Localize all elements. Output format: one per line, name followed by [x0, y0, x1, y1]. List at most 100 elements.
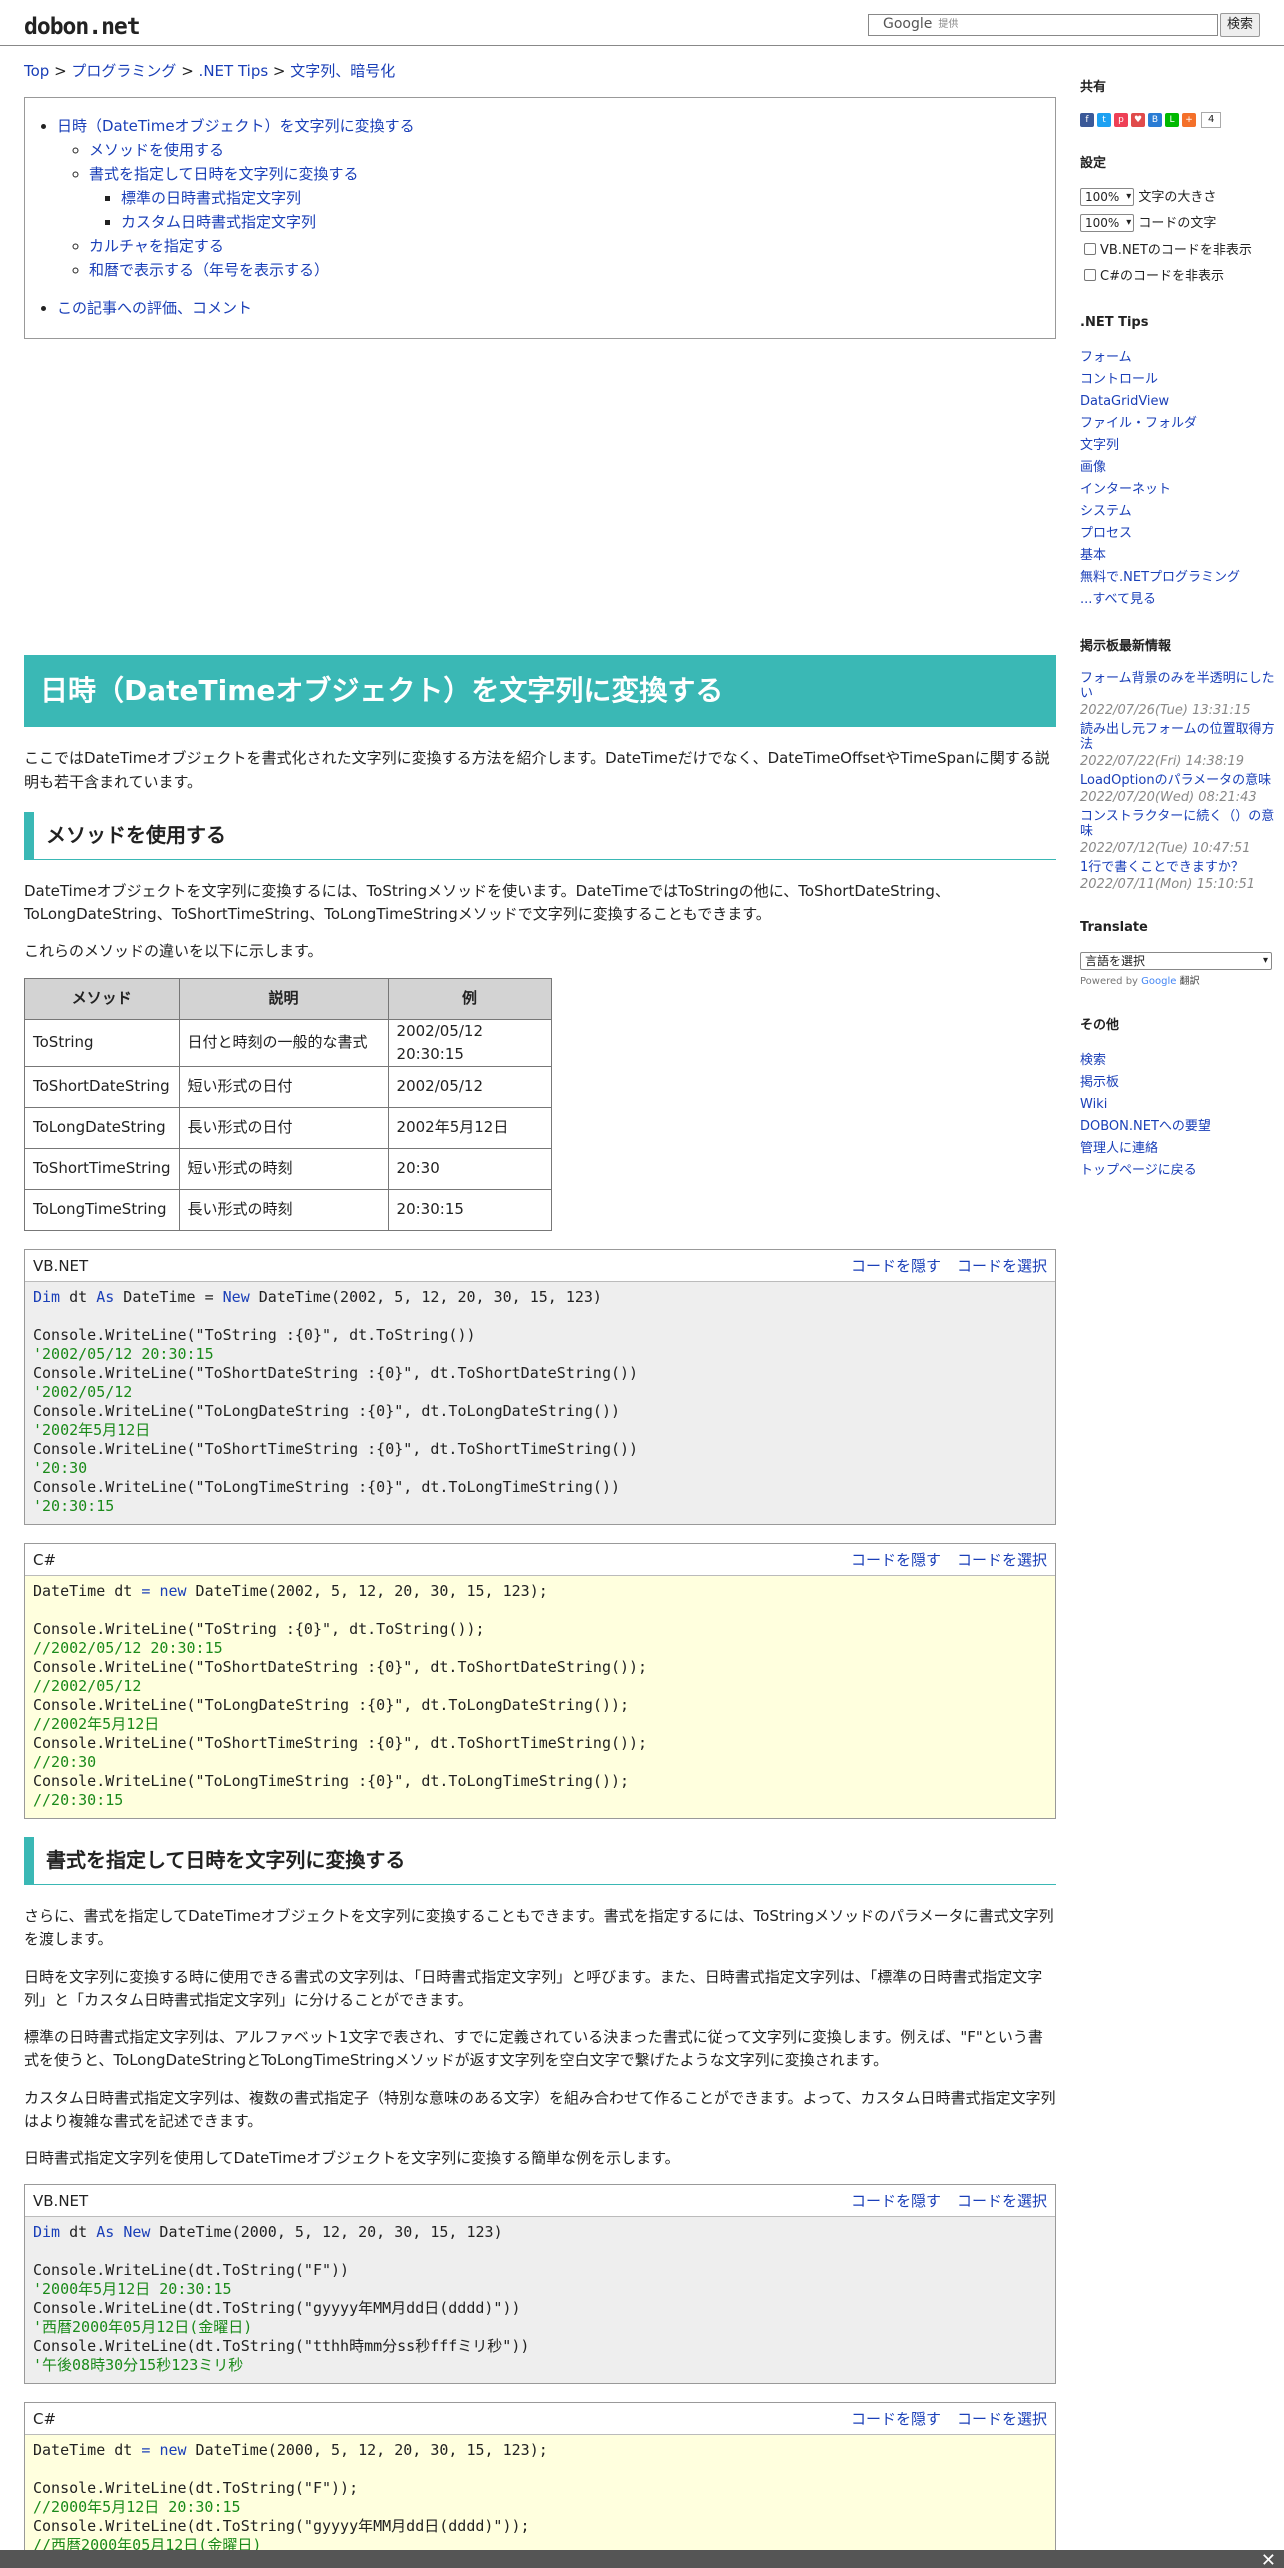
- code-content[interactable]: Dim dt As New DateTime(2000, 5, 12, 20, …: [25, 2217, 1055, 2384]
- site-header: dobon.net Google 提供 検索: [0, 0, 1284, 46]
- select-code-link[interactable]: コードを選択: [957, 1257, 1047, 1275]
- table-header: 説明: [178, 977, 389, 1020]
- methods-table: メソッド 説明 例 ToString 日付と時刻の一般的な書式 2002/05/12…: [24, 977, 552, 1231]
- search-input[interactable]: Google 提供: [868, 14, 1218, 36]
- tips-link[interactable]: フォーム: [1080, 347, 1280, 369]
- table-header: 例: [387, 977, 552, 1020]
- bbs-date: 2022/07/12(Tue) 10:47:51: [1080, 841, 1251, 857]
- toc-link[interactable]: カスタム日時書式指定文字列: [121, 213, 316, 231]
- tips-link[interactable]: 基本: [1080, 545, 1280, 567]
- breadcrumb-top[interactable]: Top: [24, 62, 49, 80]
- toc-link[interactable]: 日時（DateTimeオブジェクト）を文字列に変換する: [57, 117, 415, 135]
- bbs-link[interactable]: 1行で書くことできますか？: [1080, 860, 1244, 875]
- language-select[interactable]: 言語を選択: [1080, 952, 1272, 971]
- breadcrumb-dotnet-tips[interactable]: .NET Tips: [199, 62, 269, 80]
- hide-code-link[interactable]: コードを隠す: [851, 2410, 941, 2428]
- intro-text: ここではDateTimeオブジェクトを書式化された文字列に変換する方法を紹介しま…: [24, 749, 1050, 791]
- tips-link[interactable]: システム: [1080, 501, 1280, 523]
- toc-link[interactable]: カルチャを指定する: [89, 237, 224, 255]
- code-block-vb: VB.NET コードを隠す コードを選択 Dim dt As New DateTim…: [24, 2184, 1056, 2385]
- sidebar-heading: Translate: [1080, 920, 1148, 936]
- sidebar-heading: .NET Tips: [1080, 314, 1149, 330]
- other-link[interactable]: トップページに戻る: [1080, 1160, 1280, 1182]
- paragraph: カスタム日時書式指定文字列は、複数の書式指定子（特別な意味のある文字）を組み合わ…: [24, 2088, 1056, 2130]
- hide-code-link[interactable]: コードを隠す: [851, 1551, 941, 1569]
- paragraph: 標準の日時書式指定文字列は、アルファベット1文字で表され、すでに定義されている決…: [24, 2028, 1043, 2070]
- toc-link[interactable]: この記事への評価、コメント: [57, 299, 252, 317]
- tips-link[interactable]: プロセス: [1080, 523, 1280, 545]
- select-code-link[interactable]: コードを選択: [957, 1551, 1047, 1569]
- tips-link[interactable]: インターネット: [1080, 479, 1280, 501]
- facebook-icon[interactable]: f: [1080, 113, 1094, 128]
- bookmark-icon[interactable]: ♥: [1131, 113, 1145, 128]
- bbs-link[interactable]: 読み出し元フォームの位置取得方法: [1080, 722, 1275, 752]
- code-content[interactable]: DateTime dt = new DateTime(2000, 5, 12, …: [25, 2435, 1055, 2564]
- tips-link[interactable]: 無料で.NETプログラミング: [1080, 567, 1280, 589]
- tips-link[interactable]: ...すべて見る: [1080, 589, 1280, 611]
- paragraph: DateTimeオブジェクトを文字列に変換するには、ToStringメソッドを使…: [24, 881, 950, 923]
- tips-link[interactable]: 画像: [1080, 457, 1280, 479]
- close-icon[interactable]: ✕: [1261, 2547, 1276, 2568]
- code-content[interactable]: DateTime dt = new DateTime(2002, 5, 12, …: [25, 1576, 1055, 1818]
- tips-link[interactable]: DataGridView: [1080, 391, 1280, 413]
- twitter-icon[interactable]: t: [1097, 113, 1111, 128]
- table-cell: ToShortTimeString: [24, 1148, 180, 1190]
- bbs-link[interactable]: フォーム背景のみを半透明にしたい: [1080, 671, 1275, 701]
- bbs-link[interactable]: コンストラクターに続く（）の意味: [1080, 809, 1274, 839]
- translate-link[interactable]: 翻訳: [1180, 976, 1200, 987]
- site-logo[interactable]: dobon.net: [24, 10, 141, 46]
- table-cell: 2002/05/12 20:30:15: [387, 1018, 552, 1067]
- other-link[interactable]: 掲示板: [1080, 1072, 1280, 1094]
- select-code-link[interactable]: コードを選択: [957, 2192, 1047, 2210]
- toc-link[interactable]: 和暦で表示する（年号を表示する）: [89, 261, 329, 279]
- tips-link[interactable]: コントロール: [1080, 369, 1280, 391]
- toc-link[interactable]: 書式を指定して日時を文字列に変換する: [89, 165, 359, 183]
- code-size-select[interactable]: 100%: [1080, 214, 1135, 233]
- hide-vb-checkbox[interactable]: [1084, 242, 1096, 255]
- font-size-select[interactable]: 100%: [1080, 188, 1135, 207]
- paragraph: さらに、書式を指定してDateTimeオブジェクトを文字列に変換することもできま…: [24, 1907, 1054, 1949]
- plus-icon[interactable]: +: [1182, 113, 1196, 128]
- hide-code-link[interactable]: コードを隠す: [851, 1257, 941, 1275]
- search-button[interactable]: 検索: [1220, 13, 1260, 37]
- toc-link[interactable]: 標準の日時書式指定文字列: [121, 189, 301, 207]
- table-cell: 2002年5月12日: [387, 1107, 552, 1149]
- section-heading-methods: メソッドを使用する: [24, 811, 1056, 860]
- other-link[interactable]: 検索: [1080, 1050, 1280, 1072]
- toc-link[interactable]: メソッドを使用する: [89, 141, 224, 159]
- bbs-date: 2022/07/20(Wed) 08:21:43: [1080, 790, 1257, 806]
- line-icon[interactable]: L: [1165, 113, 1179, 128]
- table-cell: ToString: [24, 1018, 180, 1067]
- pocket-icon[interactable]: p: [1114, 113, 1128, 128]
- paragraph: これらのメソッドの違いを以下に示します。: [24, 942, 323, 961]
- breadcrumb-programming[interactable]: プログラミング: [71, 62, 176, 80]
- code-lang-label: VB.NET: [33, 1257, 89, 1275]
- breadcrumb-string[interactable]: 文字列、暗号化: [290, 62, 395, 80]
- bbs-date: 2022/07/26(Tue) 13:31:15: [1080, 703, 1251, 719]
- select-code-link[interactable]: コードを選択: [957, 2410, 1047, 2428]
- bbs-link[interactable]: LoadOptionのパラメータの意味: [1080, 773, 1271, 788]
- section-heading-format: 書式を指定して日時を文字列に変換する: [24, 1837, 1056, 1885]
- table-cell: 短い形式の日付: [178, 1066, 389, 1108]
- other-link[interactable]: DOBON.NETへの要望: [1080, 1116, 1280, 1138]
- table-cell: 20:30:15: [387, 1189, 552, 1231]
- breadcrumb: Top > プログラミング > .NET Tips > 文字列、暗号化: [24, 62, 396, 80]
- table-row: ToShortDateString 短い形式の日付 2002/05/12: [24, 1066, 552, 1108]
- sidebar-heading: その他: [1080, 1017, 1120, 1033]
- article-title: 日時（DateTimeオブジェクト）を文字列に変換する: [24, 655, 1056, 728]
- other-link[interactable]: Wiki: [1080, 1094, 1280, 1116]
- search-powered-label: 提供: [938, 19, 959, 31]
- hatena-icon[interactable]: B: [1148, 113, 1162, 128]
- hide-code-link[interactable]: コードを隠す: [851, 2192, 941, 2210]
- table-cell: ToShortDateString: [24, 1066, 180, 1108]
- paragraph: 日時を文字列に変換する時に使用できる書式の文字列は、「日時書式指定文字列」と呼び…: [24, 1967, 1043, 2009]
- code-content[interactable]: Dim dt As DateTime = New DateTime(2002, …: [25, 1282, 1055, 1524]
- setting-label: コードの文字: [1138, 216, 1217, 232]
- hide-cs-checkbox[interactable]: [1084, 268, 1096, 281]
- other-link[interactable]: 管理人に連絡: [1080, 1138, 1280, 1160]
- tips-link[interactable]: 文字列: [1080, 435, 1280, 457]
- table-cell: 長い形式の時刻: [178, 1189, 389, 1231]
- tips-link[interactable]: ファイル・フォルダ: [1080, 413, 1280, 435]
- table-cell: 日付と時刻の一般的な書式: [178, 1018, 389, 1067]
- sidebar-heading: 掲示板最新情報: [1080, 638, 1172, 654]
